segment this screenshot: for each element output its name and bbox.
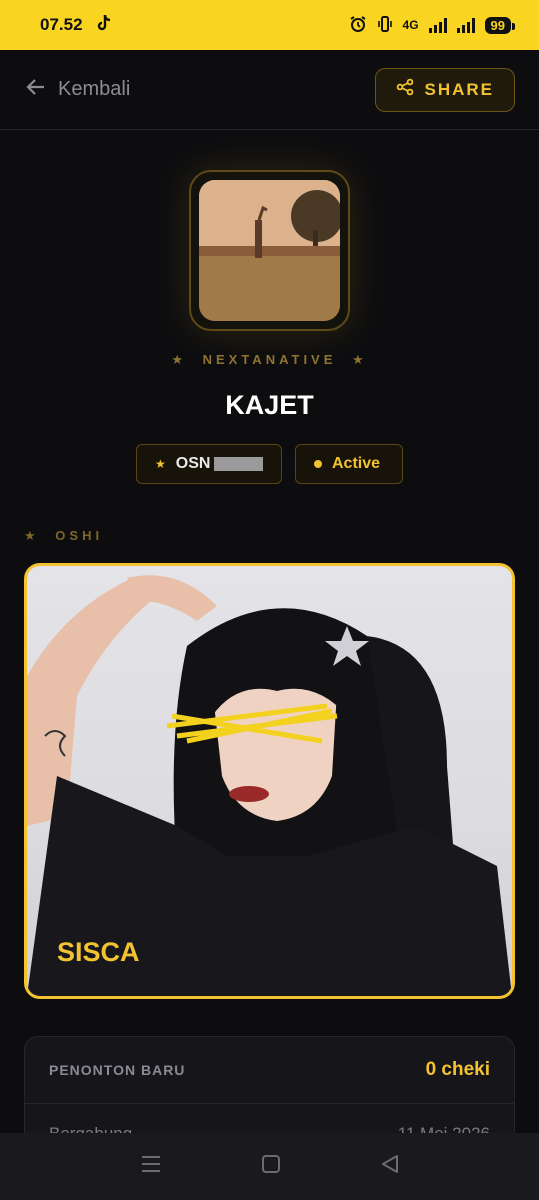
star-icon: ★ bbox=[24, 528, 40, 543]
battery-indicator: 99 bbox=[484, 16, 516, 34]
status-dot-icon bbox=[314, 460, 322, 468]
menu-icon[interactable] bbox=[140, 1155, 162, 1178]
star-icon: ★ bbox=[171, 352, 187, 367]
status-time: 07.52 bbox=[40, 15, 83, 34]
status-right: 4G 99 bbox=[349, 15, 516, 36]
back-label: Kembali bbox=[58, 78, 131, 100]
system-nav-bar bbox=[0, 1133, 539, 1200]
back-nav-icon[interactable] bbox=[380, 1154, 400, 1179]
share-icon bbox=[396, 78, 414, 101]
network-type: 4G bbox=[402, 18, 419, 32]
arrow-left-icon bbox=[26, 78, 46, 102]
status-bar: 07.52 4G 99 bbox=[0, 0, 539, 50]
stat-row-penonton: PENONTON BARU 0 cheki bbox=[25, 1037, 514, 1104]
oshi-photo bbox=[27, 575, 512, 996]
oshi-section-text: OSHI bbox=[55, 528, 104, 543]
profile-name: KAJET bbox=[225, 390, 314, 420]
stat-value: 0 cheki bbox=[425, 1059, 490, 1080]
profile-avatar bbox=[199, 180, 340, 321]
signal-icon-2 bbox=[456, 17, 475, 33]
tiktok-icon bbox=[97, 14, 113, 37]
oshi-section-label: ★ OSHI bbox=[24, 528, 103, 544]
profile-avatar-frame bbox=[189, 170, 350, 331]
back-button[interactable]: Kembali bbox=[26, 78, 130, 102]
member-id: OSN bbox=[175, 455, 211, 472]
redacted-block bbox=[214, 457, 263, 471]
home-icon[interactable] bbox=[261, 1154, 281, 1179]
top-navigation: Kembali SHARE bbox=[0, 50, 539, 130]
star-icon: ★ bbox=[352, 352, 368, 367]
profile-chips: ★ OSN Active bbox=[136, 444, 403, 484]
group-name: NEXTANATIVE bbox=[202, 352, 337, 367]
alarm-icon bbox=[349, 15, 367, 36]
status-chip: Active bbox=[295, 444, 403, 484]
share-label: SHARE bbox=[424, 79, 494, 99]
oshi-name: SISCA bbox=[57, 937, 140, 967]
stat-label: PENONTON BARU bbox=[49, 1062, 186, 1078]
status-left: 07.52 bbox=[40, 14, 113, 37]
signal-icon bbox=[428, 17, 447, 33]
star-icon: ★ bbox=[155, 457, 166, 471]
status-label: Active bbox=[332, 455, 381, 472]
member-id-chip: ★ OSN bbox=[136, 444, 282, 484]
vibrate-icon bbox=[377, 15, 393, 36]
group-label: ★ NEXTANATIVE ★ bbox=[0, 352, 539, 368]
oshi-card[interactable]: SISCA bbox=[24, 563, 515, 999]
share-button[interactable]: SHARE bbox=[375, 67, 515, 112]
